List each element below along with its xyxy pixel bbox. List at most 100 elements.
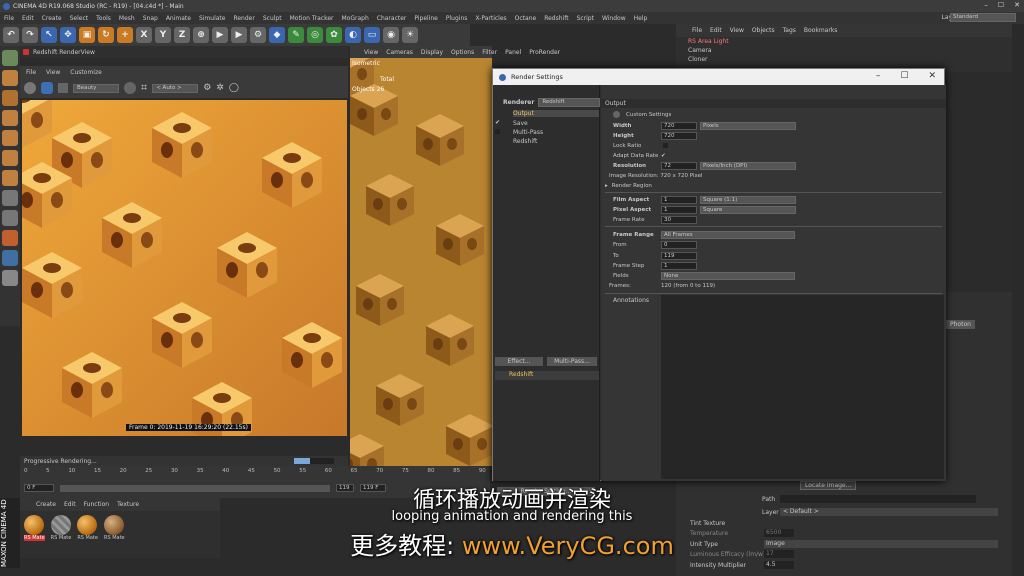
annotations-textarea[interactable] xyxy=(661,295,944,479)
from-field[interactable]: 0 xyxy=(661,240,697,249)
isometric-viewport[interactable]: Isometric Total Objects 26 xyxy=(350,58,492,466)
grid-icon[interactable] xyxy=(2,250,18,266)
object-row[interactable]: RS Area Light xyxy=(676,37,1012,46)
rv-menu-customize[interactable]: Customize xyxy=(70,69,102,76)
pen-icon[interactable]: ✎ xyxy=(288,27,304,43)
redo-icon[interactable]: ↷ xyxy=(22,27,38,43)
multipass-button[interactable]: Multi-Pass... xyxy=(547,357,597,366)
minimize-icon[interactable]: – xyxy=(984,1,988,9)
rv-menu-file[interactable]: File xyxy=(26,69,36,76)
y-axis-button[interactable]: Y xyxy=(155,27,171,43)
vp-menu-panel[interactable]: Panel xyxy=(505,49,521,56)
menu-tools[interactable]: Tools xyxy=(96,15,111,22)
menu-octane[interactable]: Octane xyxy=(515,15,537,22)
render-view-icon[interactable]: ▶ xyxy=(212,27,228,43)
aov-select[interactable]: Beauty xyxy=(73,83,119,93)
menu-character[interactable]: Character xyxy=(377,15,407,22)
vp-menu-filter[interactable]: Filter xyxy=(482,49,497,56)
bucket-icon[interactable]: ✲ xyxy=(216,83,224,93)
menu-file[interactable]: File xyxy=(4,15,14,22)
menu-snap[interactable]: Snap xyxy=(143,15,158,22)
lock-icon[interactable] xyxy=(2,270,18,286)
edges-mode-icon[interactable] xyxy=(2,130,18,146)
tree-item-save[interactable]: Save xyxy=(513,120,528,127)
menu-edit[interactable]: Edit xyxy=(22,15,34,22)
deformer-icon[interactable]: ◐ xyxy=(345,27,361,43)
menu-script[interactable]: Script xyxy=(577,15,594,22)
rotate-tool-icon[interactable]: ↻ xyxy=(98,27,114,43)
rv-snapshot-icon[interactable] xyxy=(58,83,68,93)
z-axis-button[interactable]: Z xyxy=(174,27,190,43)
menu-mograph[interactable]: MoGraph xyxy=(342,15,369,22)
multipass-checkbox[interactable] xyxy=(495,129,500,134)
vp-menu-options[interactable]: Options xyxy=(451,49,474,56)
crop-icon[interactable]: ⌗ xyxy=(141,81,147,95)
rv-stop-icon[interactable] xyxy=(41,82,53,94)
film-aspect-select[interactable]: Square (1:1) xyxy=(700,195,796,204)
menu-x-particles[interactable]: X-Particles xyxy=(475,15,506,22)
menu-window[interactable]: Window xyxy=(602,15,626,22)
object-row[interactable]: Camera xyxy=(676,46,1012,55)
tree-item-output[interactable]: Output xyxy=(513,110,599,117)
menu-simulate[interactable]: Simulate xyxy=(199,15,226,22)
cloner-icon[interactable]: ✿ xyxy=(326,27,342,43)
width-field[interactable]: 720 xyxy=(661,121,697,130)
model-mode-icon[interactable] xyxy=(2,70,18,86)
obj-menu-bookmarks[interactable]: Bookmarks xyxy=(804,27,838,34)
film-aspect-field[interactable]: 1 xyxy=(661,195,697,204)
photon-tab[interactable]: Photon xyxy=(946,320,975,329)
tweak-icon[interactable] xyxy=(2,190,18,206)
rv-ipr-icon[interactable] xyxy=(124,82,136,94)
vp-menu-view[interactable]: View xyxy=(364,49,378,56)
polygons-mode-icon[interactable] xyxy=(2,150,18,166)
frame-rate-field[interactable]: 30 xyxy=(661,215,697,224)
axis-mode-icon[interactable] xyxy=(2,170,18,186)
cube-icon[interactable]: ◆ xyxy=(269,27,285,43)
vp-menu-prorender[interactable]: ProRender xyxy=(529,49,560,56)
undo-icon[interactable]: ↶ xyxy=(3,27,19,43)
subdivision-icon[interactable]: ◎ xyxy=(307,27,323,43)
save-check-icon[interactable]: ✔ xyxy=(495,119,500,126)
close-icon[interactable]: ✕ xyxy=(1014,1,1020,9)
select-tool-icon[interactable]: ↖ xyxy=(41,27,57,43)
render-settings-icon[interactable]: ⚙ xyxy=(250,27,266,43)
effect-item-redshift[interactable]: Redshift xyxy=(495,371,599,380)
resolution-field[interactable]: 72 xyxy=(661,161,697,170)
dialog-close-icon[interactable]: ✕ xyxy=(928,71,936,81)
make-editable-icon[interactable] xyxy=(2,50,18,66)
obj-menu-file[interactable]: File xyxy=(692,27,702,34)
fit-icon[interactable]: ◯ xyxy=(229,83,239,93)
render-picture-viewer-icon[interactable]: ▶ xyxy=(231,27,247,43)
to-field[interactable]: 119 xyxy=(661,251,697,260)
tree-item-redshift[interactable]: Redshift xyxy=(513,138,537,145)
vp-menu-display[interactable]: Display xyxy=(421,49,443,56)
move-tool-icon[interactable]: ✥ xyxy=(60,27,76,43)
render-region-arrow-icon[interactable]: ▸ xyxy=(605,183,608,189)
scale-tool-icon[interactable]: ▣ xyxy=(79,27,95,43)
renderer-select[interactable]: Redshift xyxy=(538,98,601,107)
obj-menu-objects[interactable]: Objects xyxy=(752,27,775,34)
x-axis-button[interactable]: X xyxy=(136,27,152,43)
menu-animate[interactable]: Animate xyxy=(166,15,191,22)
height-field[interactable]: 720 xyxy=(661,131,697,140)
menu-plugins[interactable]: Plugins xyxy=(446,15,468,22)
menu-help[interactable]: Help xyxy=(634,15,648,22)
adapt-data-rate-check-icon[interactable]: ✔ xyxy=(661,153,666,159)
object-row[interactable]: Cloner xyxy=(676,55,1012,64)
dialog-minimize-icon[interactable]: – xyxy=(876,71,881,81)
obj-menu-tags[interactable]: Tags xyxy=(783,27,796,34)
obj-menu-view[interactable]: View xyxy=(730,27,744,34)
pixel-aspect-select[interactable]: Square xyxy=(700,205,796,214)
resolution-unit-select[interactable]: Pixels/Inch (DPI) xyxy=(700,161,796,170)
add-tool-icon[interactable]: + xyxy=(117,27,133,43)
light-icon[interactable]: ☀ xyxy=(402,27,418,43)
effect-button[interactable]: Effect... xyxy=(495,357,543,366)
obj-menu-edit[interactable]: Edit xyxy=(710,27,722,34)
dialog-maximize-icon[interactable]: ☐ xyxy=(900,71,908,81)
vp-menu-cameras[interactable]: Cameras xyxy=(386,49,413,56)
menu-motion-tracker[interactable]: Motion Tracker xyxy=(290,15,334,22)
camera-icon[interactable]: ◉ xyxy=(383,27,399,43)
menu-create[interactable]: Create xyxy=(42,15,62,22)
floor-icon[interactable]: ▭ xyxy=(364,27,380,43)
width-unit-select[interactable]: Pixels xyxy=(700,121,796,130)
